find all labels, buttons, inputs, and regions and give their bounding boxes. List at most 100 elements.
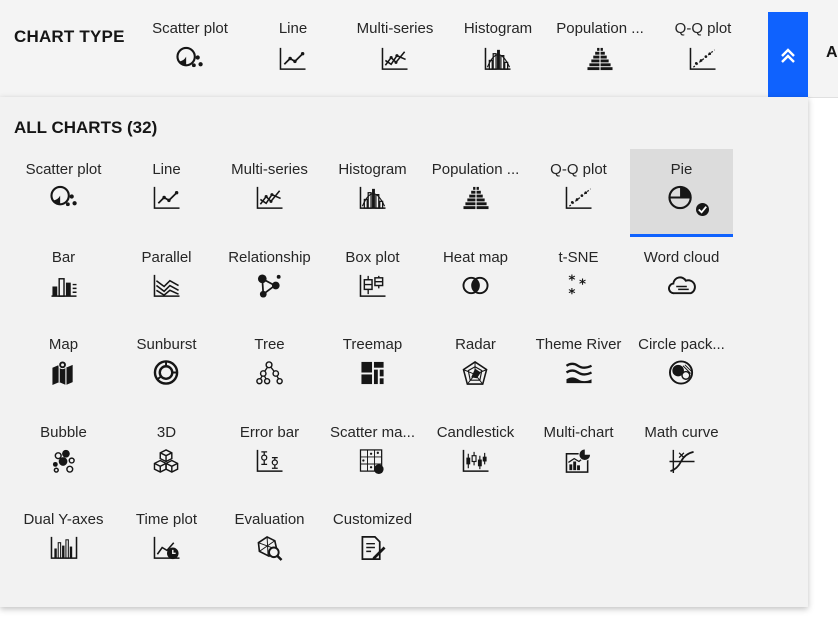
scatter-matrix-icon [359,448,384,474]
chart-option[interactable]: Sunburst [115,324,218,412]
chart-option[interactable]: Customized [321,499,424,587]
qq-plot-icon [565,186,592,209]
svg-text:*: * [579,276,586,292]
scatter-icon [176,46,203,68]
pie-icon [667,185,692,210]
top-chart-option[interactable]: Population ... [548,20,652,80]
chart-type-title: CHART TYPE [14,27,125,46]
circle-pack-icon [668,360,693,385]
checkmark-icon [698,206,707,214]
chart-option-label: Histogram [338,161,407,178]
chart-option-label: Dual Y-axes [23,511,104,528]
chart-option[interactable]: Q-Q plot [527,149,630,237]
time-plot-icon [153,536,180,560]
multi-series-icon [381,47,408,70]
qq-plot-icon [689,47,716,70]
chart-option-label: Math curve [644,423,719,441]
chart-option-label: Line [152,161,181,178]
chart-option[interactable]: Scatter plot [12,149,115,237]
chart-type-toolbar: CHART TYPE Scatter plot Line Multi-series H… [0,0,838,98]
scatter-icon [49,185,77,207]
top-chart-option[interactable]: Multi-series [343,20,447,80]
chart-option[interactable]: 3D [115,412,218,500]
chart-option[interactable]: Bar [12,237,115,325]
chart-option[interactable]: Treemap [321,324,424,412]
candlestick-icon [462,449,489,472]
population-icon [587,46,613,72]
chart-option[interactable]: Box plot [321,237,424,325]
evaluation-icon [257,535,282,561]
chart-option-label: 3D [156,423,177,441]
multi-chart-icon [565,447,591,473]
chart-option-label: Map [48,336,79,353]
chart-option[interactable]: Pie [630,149,733,237]
heat-map-icon [462,276,489,294]
top-chart-option-label: Histogram [463,20,533,37]
chart-option-label: Tree [254,336,285,353]
chart-option-label: Evaluation [234,511,305,528]
map-icon [51,360,73,386]
chart-option[interactable]: Evaluation [218,499,321,587]
sunburst-icon [153,360,178,385]
chart-option[interactable]: Tree [218,324,321,412]
chart-option-label: Box plot [345,248,400,266]
chart-option[interactable]: Math curve [630,412,733,500]
population-icon [462,185,489,211]
top-chart-option[interactable]: Q-Q plot [651,20,755,80]
customized-icon [361,536,386,561]
chart-option-label: Scatter plot [25,161,102,178]
line-icon [279,47,306,70]
tree-icon [255,361,283,385]
chart-option[interactable]: t-SNE * * * [527,237,630,325]
chart-option[interactable]: Bubble [12,412,115,500]
chart-option[interactable]: Histogram [321,149,424,237]
chart-option[interactable]: Error bar [218,412,321,500]
chart-option[interactable]: Relationship [218,237,321,325]
chart-option-label: Population ... [431,161,520,178]
top-chart-option[interactable]: Histogram [446,20,550,80]
chart-option[interactable]: Line [115,149,218,237]
treemap-icon [360,361,384,385]
all-charts-panel: ALL CHARTS (32) Scatter plot Line Multi-se… [0,97,808,607]
top-chart-option[interactable]: Line [241,20,345,80]
chart-option-label: Theme River [535,336,622,353]
chart-option[interactable]: Theme River [527,324,630,412]
relationship-icon [257,273,281,298]
chart-option[interactable]: Multi-series [218,149,321,237]
chart-option[interactable]: Multi-chart [527,412,630,500]
chart-option-label: Heat map [442,248,509,266]
chart-option-label: Sunburst [136,336,197,353]
chart-option[interactable]: Word cloud [630,237,733,325]
radar-icon [462,361,487,385]
chart-option[interactable]: Heat map [424,237,527,325]
chart-option-label: Bubble [40,423,87,441]
tsne-icon: * ** [568,272,586,301]
selected-check-badge [696,203,709,216]
chart-option[interactable]: Population ... [424,149,527,237]
histogram-icon [484,47,511,70]
dual-y-axes-icon [50,536,77,559]
chart-option-label: Radar [455,336,496,353]
bar-icon [50,277,77,297]
chart-option[interactable]: Circle pack... [630,324,733,412]
chart-option-label: Time plot [135,511,198,528]
chart-option[interactable]: Map [12,324,115,412]
chart-option-label: Parallel [141,248,192,266]
chart-option-label: t-SNE [558,248,599,266]
top-chart-option-label: Line [278,20,308,37]
chart-option[interactable]: Time plot [115,499,218,587]
chart-option-label: Customized [332,511,413,528]
chart-option-label: Bar [51,248,76,266]
chart-option[interactable]: Candlestick [424,412,527,500]
multi-series-icon [256,186,283,209]
top-chart-option[interactable]: Scatter plot [138,20,242,80]
chart-option[interactable]: Radar [424,324,527,412]
chart-option[interactable]: Scatter ma... [321,412,424,500]
top-chart-option-label: Q-Q plot [674,20,732,37]
top-chart-option-label: Population ... [556,20,644,37]
chart-option-label: Circle pack... [638,336,725,353]
collapse-button[interactable] [768,12,808,97]
chart-option[interactable]: Dual Y-axes [12,499,115,587]
chart-option-label: Error bar [239,423,300,441]
chart-option[interactable]: Parallel [115,237,218,325]
